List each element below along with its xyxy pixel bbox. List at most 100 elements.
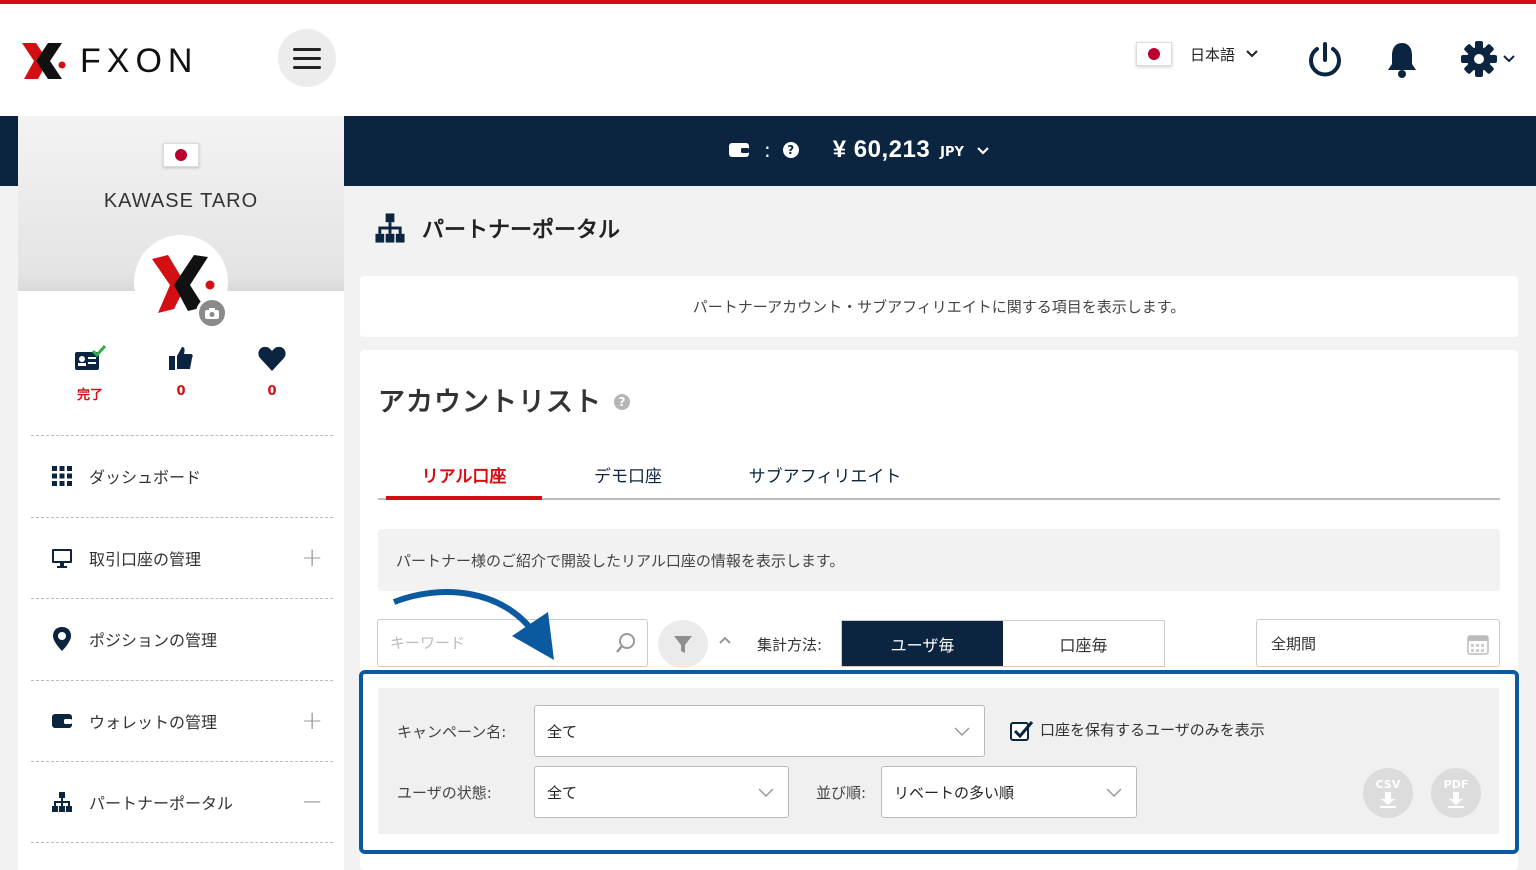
tab-sub-affiliate[interactable]: サブアフィリエイト: [730, 462, 920, 500]
chevron-down-icon: [976, 146, 990, 156]
balance-amount: ¥ 60,213: [833, 136, 930, 164]
wallet-icon: [51, 712, 73, 730]
chevron-down-icon: [758, 787, 774, 797]
bell-icon[interactable]: [1384, 40, 1420, 80]
only-with-accounts-checkbox[interactable]: 口座を保有するユーザのみを表示: [1010, 719, 1265, 740]
sidebar-item-wallet[interactable]: ウォレットの管理 +: [31, 680, 333, 762]
power-icon[interactable]: [1306, 40, 1344, 80]
expand-plus-icon[interactable]: +: [301, 543, 323, 573]
logo-text: FXON: [80, 42, 198, 81]
id-card-check-icon: [73, 344, 107, 374]
profile-stats: 完了 0 0: [18, 344, 344, 414]
user-status-value: 全て: [547, 782, 577, 803]
japan-flag-icon: [163, 143, 199, 167]
favorites-value: 0: [242, 384, 302, 399]
likes-value: 0: [151, 384, 211, 399]
pdf-label: PDF: [1444, 778, 1469, 791]
verification-value: 完了: [60, 384, 120, 403]
aggregation-per-user[interactable]: ユーザ毎: [842, 621, 1003, 666]
chevron-down-icon: [1502, 54, 1516, 64]
page-title-text: パートナーポータル: [422, 212, 620, 244]
checkbox-checked-icon: [1010, 720, 1030, 740]
page-description: パートナーアカウント・サブアフィリエイトに関する項目を表示します。: [360, 276, 1518, 337]
header: FXON 日本語: [0, 4, 1536, 116]
campaign-select[interactable]: 全て: [534, 705, 985, 757]
funnel-icon: [672, 633, 694, 655]
heart-icon: [257, 344, 287, 374]
account-tabs: リアル口座 デモ口座 サブアフィリエイト: [378, 448, 1500, 500]
sidebar-item-dashboard[interactable]: ダッシュボード: [31, 435, 333, 517]
sidebar-item-positions[interactable]: ポジションの管理: [31, 598, 333, 680]
csv-download-button[interactable]: CSV: [1363, 768, 1413, 818]
location-pin-icon: [52, 626, 72, 652]
download-icon: [1446, 791, 1466, 809]
filter-button[interactable]: [658, 620, 708, 668]
campaign-value: 全て: [547, 721, 577, 742]
balance-colon: :: [764, 138, 771, 162]
help-icon[interactable]: ?: [783, 142, 799, 158]
sidebar: KAWASE TARO 完了 0: [18, 116, 344, 870]
verification-status[interactable]: 完了: [60, 344, 120, 403]
thumbs-up-icon: [166, 344, 196, 374]
sidebar-item-partner-portal[interactable]: パートナーポータル −: [31, 761, 333, 843]
sort-select[interactable]: リベートの多い順: [881, 766, 1137, 818]
user-name: KAWASE TARO: [18, 190, 344, 213]
period-picker[interactable]: 全期間: [1256, 619, 1500, 667]
account-list-header: アカウントリスト ?: [378, 380, 630, 419]
sort-label: 並び順:: [816, 782, 866, 803]
chevron-down-icon: [954, 726, 970, 736]
gear-icon: [1460, 40, 1498, 78]
wallet-balance[interactable]: : ? ¥ 60,213 JPY: [728, 136, 990, 164]
japan-flag-icon: [1136, 42, 1172, 66]
fxon-mark-icon: [18, 39, 66, 83]
sidebar-item-label: 取引口座の管理: [89, 546, 201, 570]
page-title: パートナーポータル: [374, 212, 620, 244]
annotation-arrow: [390, 586, 570, 666]
aggregation-per-account[interactable]: 口座毎: [1003, 621, 1164, 666]
collapse-minus-icon[interactable]: −: [301, 787, 323, 817]
user-status-label: ユーザの状態:: [397, 782, 492, 803]
language-label: 日本語: [1190, 44, 1235, 65]
tab-demo-accounts[interactable]: デモ口座: [568, 462, 688, 500]
sidebar-item-label: パートナーポータル: [89, 790, 233, 814]
settings-menu[interactable]: [1460, 40, 1516, 78]
expand-plus-icon[interactable]: +: [301, 706, 323, 736]
sidebar-item-label: ダッシュボード: [89, 464, 201, 488]
balance-currency: JPY: [940, 145, 964, 160]
sidebar-item-trading-accounts[interactable]: 取引口座の管理 +: [31, 517, 333, 599]
likes-stat[interactable]: 0: [151, 344, 211, 399]
aggregation-toggle: ユーザ毎 口座毎: [841, 620, 1165, 667]
chevron-up-icon[interactable]: [718, 635, 732, 645]
sidebar-menu: ダッシュボード 取引口座の管理 + ポジションの管理 ウォレットの管理 +: [31, 435, 333, 843]
tab-info-text: パートナー様のご紹介で開設したリアル口座の情報を表示します。: [378, 529, 1500, 591]
only-with-accounts-label: 口座を保有するユーザのみを表示: [1040, 719, 1265, 740]
hamburger-menu-button[interactable]: [278, 29, 336, 87]
chevron-down-icon: [1106, 787, 1122, 797]
tab-real-accounts[interactable]: リアル口座: [386, 462, 542, 500]
sort-value: リベートの多い順: [894, 782, 1014, 803]
calendar-icon: [1467, 633, 1489, 655]
account-list-title: アカウントリスト: [378, 380, 602, 419]
language-selector[interactable]: 日本語: [1136, 42, 1259, 66]
campaign-label: キャンペーン名:: [397, 721, 506, 742]
chevron-down-icon: [1245, 49, 1259, 59]
download-icon: [1378, 791, 1398, 809]
period-value: 全期間: [1271, 633, 1316, 654]
org-chart-icon: [374, 212, 406, 244]
sidebar-item-label: ポジションの管理: [89, 627, 217, 651]
fxon-logo[interactable]: FXON: [18, 38, 238, 84]
org-chart-icon: [51, 791, 73, 813]
help-icon[interactable]: ?: [614, 394, 630, 410]
wallet-icon: [728, 141, 750, 159]
grid-icon: [52, 466, 72, 486]
highlight-frame: [359, 670, 1519, 854]
aggregation-label: 集計方法:: [757, 634, 822, 655]
user-status-select[interactable]: 全て: [534, 766, 789, 818]
csv-label: CSV: [1376, 778, 1401, 791]
monitor-icon: [51, 547, 73, 569]
sidebar-item-label: ウォレットの管理: [89, 709, 217, 733]
favorites-stat[interactable]: 0: [242, 344, 302, 399]
search-icon[interactable]: [615, 632, 637, 654]
camera-icon[interactable]: [196, 297, 228, 329]
pdf-download-button[interactable]: PDF: [1431, 768, 1481, 818]
